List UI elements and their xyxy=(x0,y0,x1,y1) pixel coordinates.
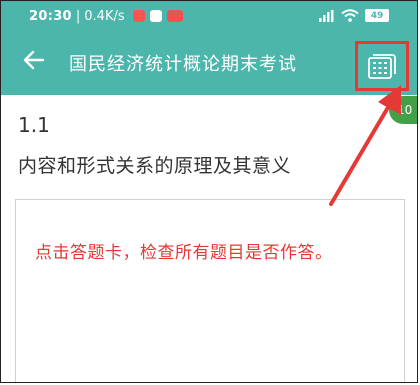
status-speed: 0.4K/s xyxy=(84,8,125,24)
back-arrow-icon[interactable] xyxy=(23,49,45,71)
signal-icon xyxy=(319,9,334,22)
hint-annotation: 点击答题卡，检查所有题目是否作答。 xyxy=(35,243,333,263)
question-number: 1.1 xyxy=(18,113,50,137)
app-notification-icon xyxy=(132,10,145,22)
answer-card-button[interactable] xyxy=(355,41,409,91)
page-title: 国民经济统计概论期末考试 xyxy=(69,54,297,75)
question-count-badge: 10 xyxy=(389,96,417,124)
wifi-icon xyxy=(341,9,359,22)
status-separator: | xyxy=(75,8,81,24)
status-bar: 20:30 | 0.4K/s 49 xyxy=(1,1,417,31)
status-time: 20:30 xyxy=(29,8,72,24)
app-notification-icon xyxy=(166,10,183,22)
answer-input-area[interactable] xyxy=(15,199,405,382)
screen-frame: 20:30 | 0.4K/s 49 国民经济统计概论期末考试 10 1.1 内容… xyxy=(0,0,418,383)
question-text: 内容和形式关系的原理及其意义 xyxy=(18,155,292,177)
app-bar: 国民经济统计概论期末考试 xyxy=(1,31,417,95)
app-notification-icon xyxy=(149,10,162,22)
answer-card-icon xyxy=(368,54,396,79)
status-right-icons: 49 xyxy=(319,9,389,22)
battery-icon: 49 xyxy=(365,9,389,22)
